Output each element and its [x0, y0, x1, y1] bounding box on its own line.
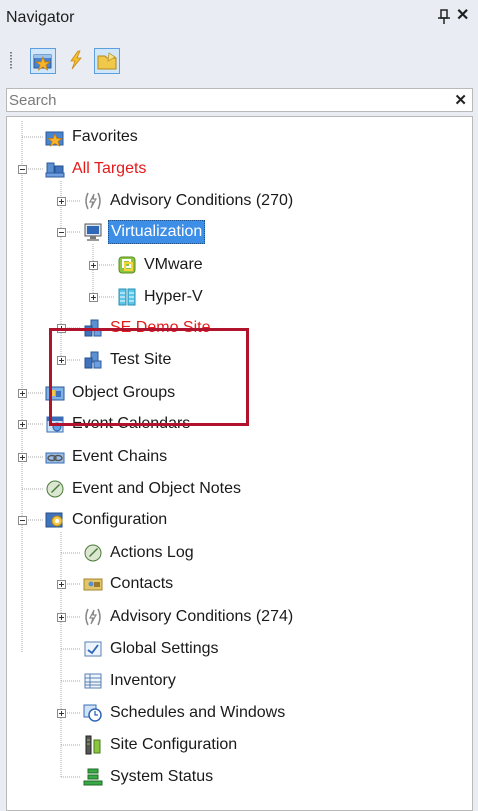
search-input[interactable]: [7, 89, 449, 111]
clear-search-icon[interactable]: ✕: [454, 91, 467, 109]
tree-item-configuration[interactable]: Configuration: [45, 508, 169, 532]
expand-object-groups-toggle[interactable]: [18, 389, 27, 398]
hyperv-icon: [118, 288, 136, 306]
pin-icon[interactable]: [437, 9, 451, 25]
tree-item-schedules-windows[interactable]: Schedules and Windows: [83, 701, 287, 725]
schedule-clock-icon: [83, 704, 102, 722]
site-icon: [84, 351, 102, 369]
expand-contacts-toggle[interactable]: [57, 580, 66, 589]
search-box: ✕: [6, 88, 473, 112]
expand-schedules-toggle[interactable]: [57, 709, 66, 718]
tree-item-inventory[interactable]: Inventory: [83, 669, 178, 693]
monitor-icon: [84, 223, 102, 241]
chain-icon: [45, 452, 65, 464]
expand-se-demo-site-toggle[interactable]: [57, 324, 66, 333]
folder-toolbar-button[interactable]: [94, 48, 120, 74]
toolbar-grip[interactable]: [10, 52, 12, 70]
expand-advisory-conditions-2-toggle[interactable]: [57, 613, 66, 622]
servers-icon: [45, 162, 65, 178]
object-groups-icon: [45, 386, 65, 401]
tree-item-event-chains[interactable]: Event Chains: [45, 445, 169, 469]
configuration-icon: [45, 512, 63, 528]
tree-item-vmware[interactable]: VMware: [117, 253, 205, 277]
tree-item-se-demo-site[interactable]: SE Demo Site: [83, 316, 212, 340]
actions-log-icon: [84, 544, 102, 562]
tree-item-hyperv[interactable]: Hyper-V: [117, 285, 205, 309]
tree-item-site-configuration[interactable]: Site Configuration: [83, 733, 239, 757]
tree-item-event-calendars[interactable]: Event Calendars: [45, 412, 192, 436]
panel-title: Navigator: [6, 9, 75, 26]
navigator-tree: Favorites All Targets Advisory Condition…: [6, 116, 473, 811]
settings-check-icon: [84, 641, 102, 657]
vmware-icon: [118, 256, 136, 274]
tree-item-virtualization[interactable]: Virtualization: [83, 220, 206, 244]
expand-event-chains-toggle[interactable]: [18, 453, 27, 462]
tree-item-event-object-notes[interactable]: Event and Object Notes: [45, 477, 243, 501]
navigator-panel: Navigator ✕ Search ✕ Favorites All Targe…: [0, 0, 478, 811]
expand-hyperv-toggle[interactable]: [89, 293, 98, 302]
advisory-conditions-icon: [85, 192, 101, 210]
inventory-table-icon: [84, 673, 102, 689]
tree-item-test-site[interactable]: Test Site: [83, 348, 173, 372]
toolbar: [0, 40, 478, 82]
advisory-conditions-icon: [85, 608, 101, 626]
favorites-icon: [45, 131, 64, 147]
panel-titlebar: Navigator ✕: [0, 0, 478, 36]
tree-item-advisory-conditions-2[interactable]: Advisory Conditions (274): [83, 605, 295, 629]
expand-event-calendars-toggle[interactable]: [18, 420, 27, 429]
calendar-icon: [46, 416, 64, 433]
favorites-icon: [33, 54, 52, 71]
tree-item-advisory-conditions[interactable]: Advisory Conditions (270): [83, 189, 295, 213]
lightning-toolbar-button[interactable]: [64, 48, 90, 74]
tree-item-all-targets[interactable]: All Targets: [45, 157, 148, 181]
collapse-all-targets-toggle[interactable]: [18, 165, 27, 174]
collapse-configuration-toggle[interactable]: [18, 516, 27, 525]
expand-vmware-toggle[interactable]: [89, 261, 98, 270]
tree-item-favorites[interactable]: Favorites: [45, 125, 140, 149]
folder-icon: [97, 52, 117, 70]
site-icon: [84, 319, 102, 337]
system-status-icon: [83, 768, 103, 786]
site-configuration-icon: [85, 735, 101, 755]
tree-item-system-status[interactable]: System Status: [83, 765, 215, 789]
favorites-toolbar-button[interactable]: [30, 48, 56, 74]
close-icon[interactable]: ✕: [456, 7, 469, 25]
tree-item-contacts[interactable]: Contacts: [83, 572, 175, 596]
tree-item-object-groups[interactable]: Object Groups: [45, 381, 177, 405]
contacts-icon: [83, 578, 103, 591]
notes-icon: [46, 480, 64, 498]
expand-advisory-conditions-toggle[interactable]: [57, 197, 66, 206]
tree-item-global-settings[interactable]: Global Settings: [83, 637, 221, 661]
tree-item-actions-log[interactable]: Actions Log: [83, 541, 196, 565]
expand-test-site-toggle[interactable]: [57, 356, 66, 365]
lightning-icon: [70, 50, 82, 70]
collapse-virtualization-toggle[interactable]: [57, 228, 66, 237]
